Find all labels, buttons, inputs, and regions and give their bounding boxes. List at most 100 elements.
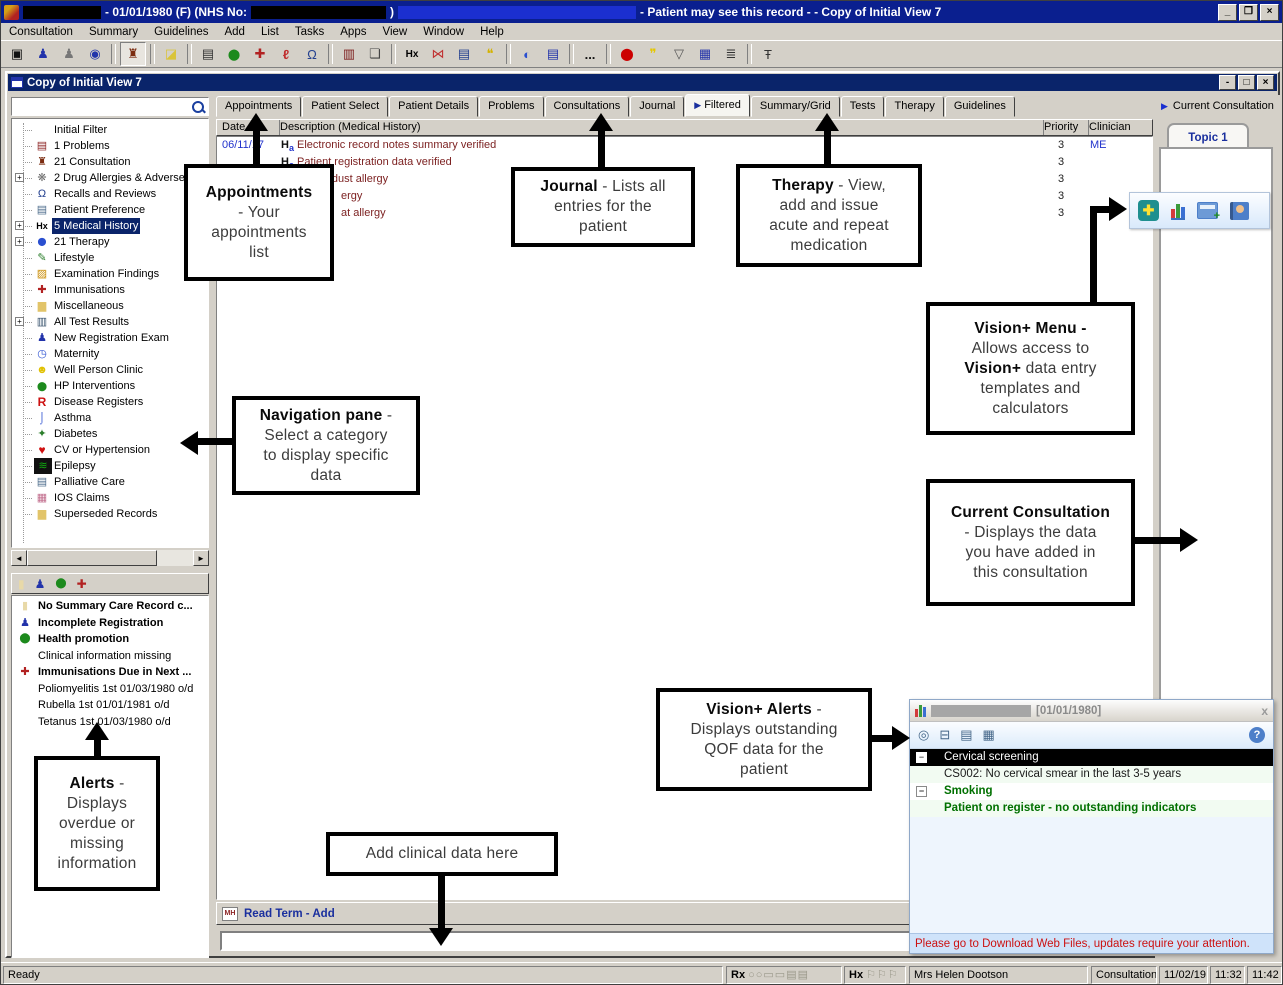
tree-item-label[interactable]: Miscellaneous — [52, 298, 126, 314]
journal-row[interactable]: 06/11/17 Ha Electronic record notes summ… — [217, 137, 1152, 154]
sidebar-tree-item[interactable]: ♟ New Registration Exam — [12, 330, 208, 346]
toolbar-button[interactable]: ▽ — [667, 43, 691, 65]
toolbar-button[interactable]: Ω — [300, 43, 324, 65]
menu-item[interactable]: Consultation — [1, 25, 81, 39]
sidebar-tree-item[interactable]: Ω Recalls and Reviews — [12, 186, 208, 202]
record-tab[interactable]: Journal — [630, 96, 684, 117]
toolbar-button[interactable]: ▤ — [452, 43, 476, 65]
toolbar-button[interactable]: ℓ — [274, 43, 298, 65]
toolbar-button[interactable]: ⋈ — [426, 43, 450, 65]
alert-item[interactable]: ⬤ Health promotion — [12, 631, 208, 648]
column-header-priority[interactable]: Priority — [1039, 120, 1089, 135]
qof-alert-row[interactable]: Patient on register - no outstanding ind… — [910, 800, 1273, 817]
scroll-left-icon[interactable]: ◄ — [11, 550, 27, 566]
alerts-header-icon[interactable]: ✚ — [77, 577, 87, 591]
alert-item[interactable]: ✚ Immunisations Due in Next ... — [12, 664, 208, 681]
toolbar-button[interactable]: ⬤ — [222, 43, 246, 65]
tree-item-label[interactable]: Asthma — [52, 410, 93, 426]
alerts-toolbar-button[interactable]: ▦ — [983, 727, 995, 743]
toolbar-button[interactable]: ✚ — [248, 43, 272, 65]
menu-item[interactable]: Guidelines — [146, 25, 216, 39]
close-icon[interactable]: x — [1261, 704, 1268, 718]
menu-item[interactable]: List — [253, 25, 287, 39]
tree-item-label[interactable]: All Test Results — [52, 314, 131, 330]
tree-item-label[interactable]: Disease Registers — [52, 394, 145, 410]
tree-expander[interactable]: + — [15, 173, 24, 182]
toolbar-button[interactable]: ≣ — [719, 43, 743, 65]
sidebar-tree-item[interactable]: ✎ Lifestyle — [12, 250, 208, 266]
record-tab[interactable]: Guidelines — [945, 96, 1015, 117]
status-hx-group[interactable]: Hx ⚐⚐⚐ — [844, 966, 906, 984]
contacts-book-icon[interactable] — [1230, 202, 1249, 220]
tree-item-label[interactable]: 21 Therapy — [52, 234, 111, 250]
tree-item-label[interactable]: CV or Hypertension — [52, 442, 152, 458]
tree-item-label[interactable]: Maternity — [52, 346, 101, 362]
current-consultation-header[interactable]: ▶ Current Consultation — [1155, 95, 1280, 117]
toolbar-button[interactable]: ❝ — [478, 43, 502, 65]
toolbar-button[interactable]: ▦ — [693, 43, 717, 65]
toolbar-button[interactable]: ▥ — [337, 43, 361, 65]
sidebar-tree-item[interactable]: ▤ 1 Problems — [12, 138, 208, 154]
chart-icon[interactable] — [1171, 202, 1185, 220]
toolbar-button[interactable]: ❞ — [641, 43, 665, 65]
toolbar-button[interactable]: ♟ — [57, 43, 81, 65]
alerts-footer-message[interactable]: Please go to Download Web Files, updates… — [910, 933, 1273, 953]
expander-icon[interactable]: − — [916, 752, 927, 763]
tree-item-label[interactable]: 21 Consultation — [52, 154, 132, 170]
menu-item[interactable]: Summary — [81, 25, 146, 39]
tree-horizontal-scrollbar[interactable]: ◄ ► — [11, 550, 209, 566]
sidebar-tree-item[interactable]: ▤ Palliative Care — [12, 474, 208, 490]
tree-item-label[interactable]: Epilepsy — [52, 458, 98, 474]
tree-item-label[interactable]: HP Interventions — [52, 378, 137, 394]
sidebar-tree-item[interactable]: ≋ Epilepsy — [12, 458, 208, 474]
expander-icon[interactable]: − — [916, 786, 927, 797]
toolbar-button[interactable] — [569, 44, 574, 64]
toolbar-button[interactable] — [391, 44, 396, 64]
tree-item-label[interactable]: Initial Filter — [52, 122, 109, 138]
sidebar-tree-item[interactable]: ⌡ Asthma — [12, 410, 208, 426]
tree-item-label[interactable]: Well Person Clinic — [52, 362, 145, 378]
sidebar-tree-item[interactable]: Initial Filter — [12, 122, 208, 138]
sidebar-tree-item[interactable]: ☻ Well Person Clinic — [12, 362, 208, 378]
toolbar-button[interactable]: Hx — [400, 43, 424, 65]
sidebar-tree-item[interactable]: ▆ Miscellaneous — [12, 298, 208, 314]
help-icon[interactable]: ? — [1249, 727, 1265, 743]
tree-item-label[interactable]: IOS Claims — [52, 490, 112, 506]
alert-item[interactable]: Clinical information missing — [12, 648, 208, 665]
alerts-toolbar-button[interactable]: ⊟ — [939, 727, 950, 743]
record-tab[interactable]: Consultations — [545, 96, 630, 117]
toolbar-button[interactable]: ⬤ — [615, 43, 639, 65]
sidebar-tree-item[interactable]: + Hx 5 Medical History — [12, 218, 208, 234]
qof-alert-row[interactable]: − Smoking — [910, 783, 1273, 800]
alert-item[interactable]: Tetanus 1st 01/03/1980 o/d — [12, 714, 208, 731]
alert-item[interactable]: ▮ No Summary Care Record c... — [12, 598, 208, 615]
alert-item[interactable]: Poliomyelitis 1st 01/03/1980 o/d — [12, 681, 208, 698]
sidebar-tree-item[interactable]: ⬤ HP Interventions — [12, 378, 208, 394]
tree-item-label[interactable]: 1 Problems — [52, 138, 112, 154]
qof-alert-row[interactable]: CS002: No cervical smear in the last 3-5… — [910, 766, 1273, 783]
tree-item-label[interactable]: Recalls and Reviews — [52, 186, 158, 202]
toolbar-button[interactable]: Ŧ — [756, 43, 780, 65]
toolbar-button[interactable]: ♜ — [120, 42, 146, 66]
menu-item[interactable]: Apps — [332, 25, 374, 39]
toolbar-button[interactable]: ◉ — [83, 43, 107, 65]
menu-item[interactable]: Help — [472, 25, 512, 39]
toolbar-button[interactable] — [150, 44, 155, 64]
scrollbar-thumb[interactable] — [27, 550, 157, 566]
calculator-icon[interactable] — [1197, 202, 1218, 219]
search-input[interactable] — [12, 98, 188, 115]
record-tab[interactable]: Problems — [479, 96, 543, 117]
tree-item-label[interactable]: Immunisations — [52, 282, 127, 298]
toolbar-button[interactable]: ... — [578, 43, 602, 65]
qof-alert-row[interactable]: − Cervical screening — [910, 749, 1273, 766]
column-header-description[interactable]: Description (Medical History) — [275, 120, 1044, 135]
toolbar-button[interactable]: ▤ — [541, 43, 565, 65]
sidebar-tree-item[interactable]: ▤ Patient Preference — [12, 202, 208, 218]
sidebar-tree-item[interactable]: + ❋ 2 Drug Allergies & Adverse Reac — [12, 170, 208, 186]
toolbar-button[interactable] — [606, 44, 611, 64]
mdi-maximize-button[interactable]: □ — [1238, 75, 1255, 90]
alerts-toolbar-button[interactable]: ▤ — [960, 727, 972, 743]
sidebar-tree-item[interactable]: ✚ Immunisations — [12, 282, 208, 298]
menu-item[interactable]: Tasks — [287, 25, 332, 39]
sidebar-tree-item[interactable]: ✦ Diabetes — [12, 426, 208, 442]
